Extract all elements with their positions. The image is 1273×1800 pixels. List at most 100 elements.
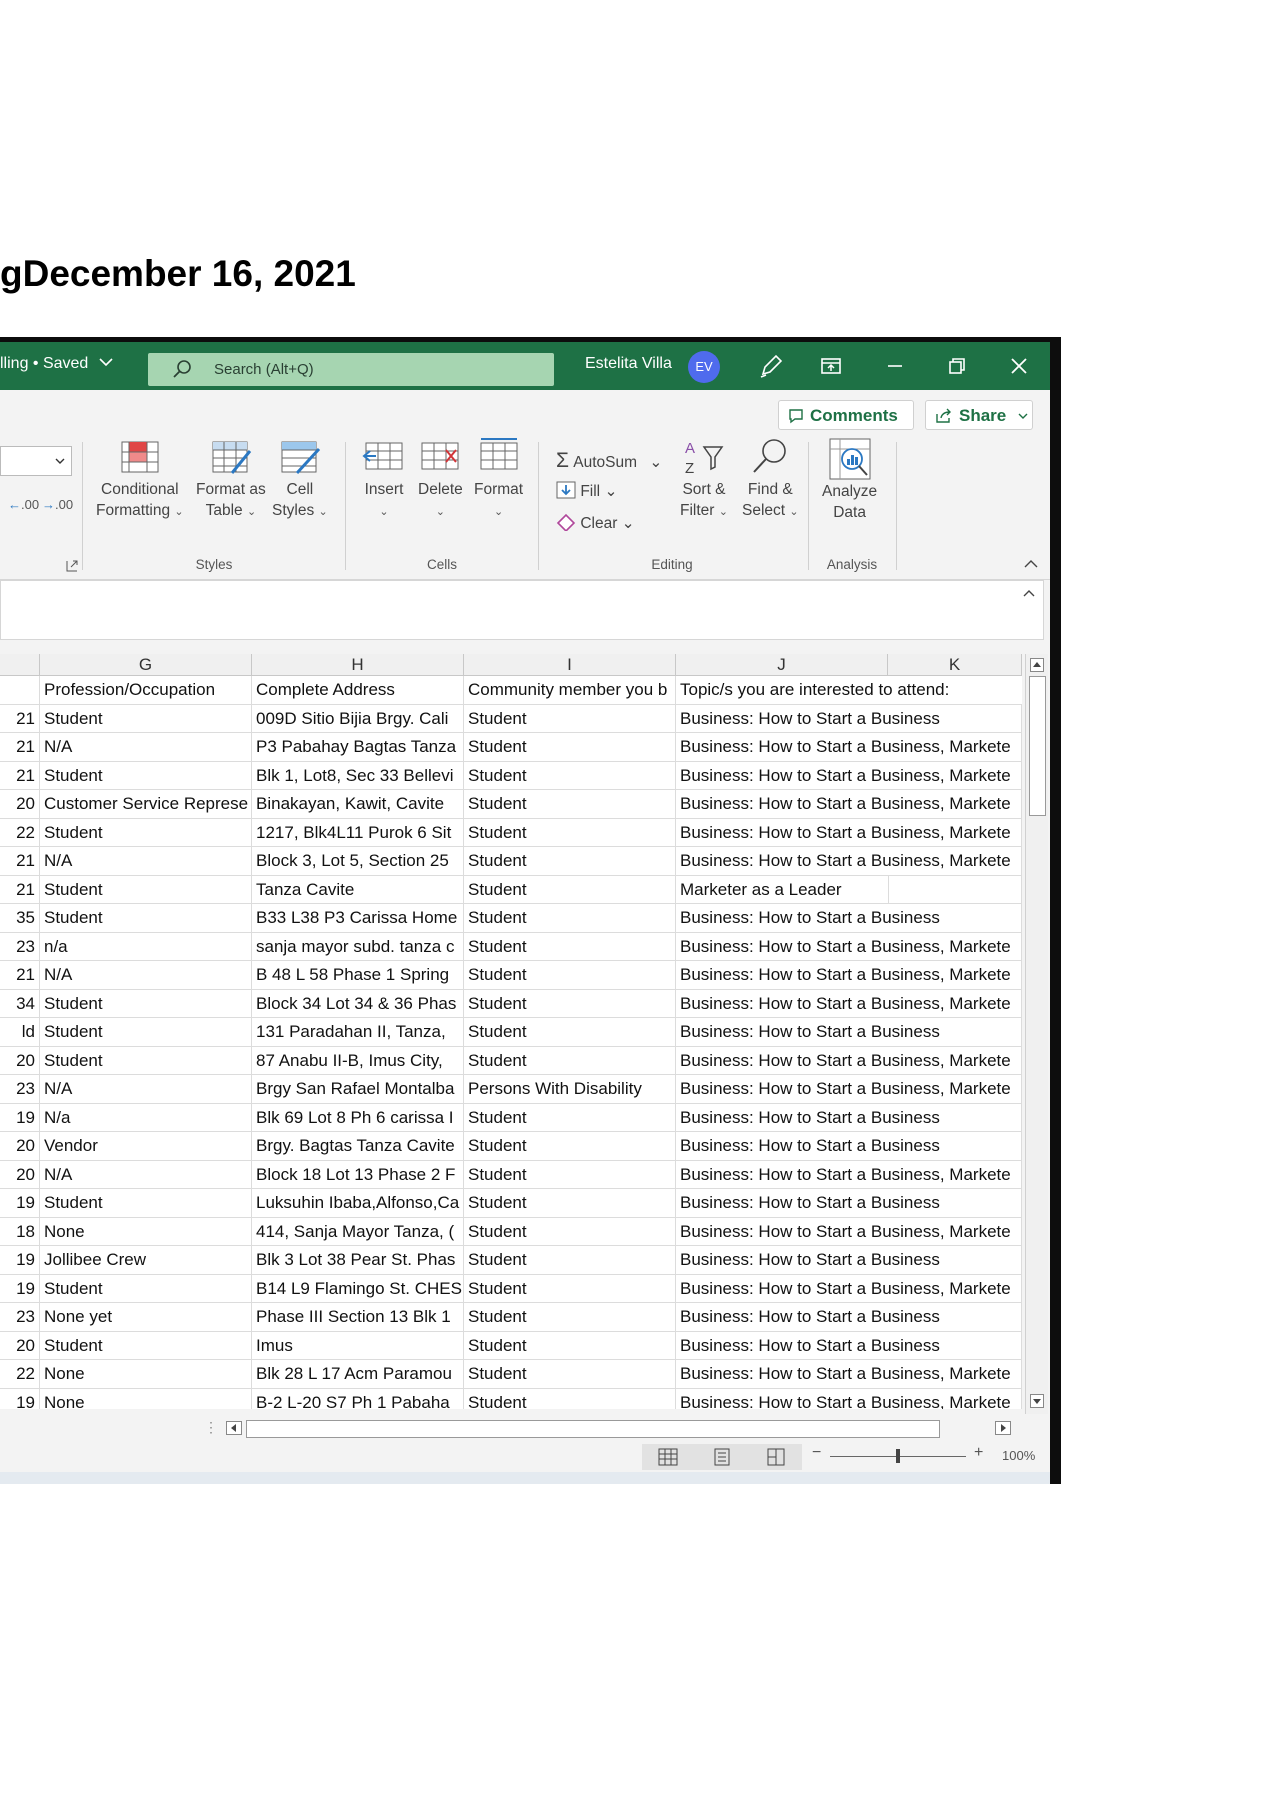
table-cell[interactable]: 414, Sanja Mayor Tanza, ( [252, 1217, 464, 1246]
number-format-dropdown[interactable] [0, 446, 72, 476]
table-cell[interactable]: N/A [40, 847, 252, 875]
table-cell[interactable]: N/A [40, 961, 252, 989]
table-cell[interactable]: Business: How to Start a Business, Marke… [676, 761, 1022, 790]
table-cell[interactable]: Block 18 Lot 13 Phase 2 F [252, 1160, 464, 1189]
table-cell[interactable]: Business: How to Start a Business, Marke… [676, 790, 1022, 818]
table-cell[interactable]: Student [464, 847, 676, 875]
table-cell[interactable]: Luksuhin Ibaba,Alfonso,Ca [252, 1189, 464, 1217]
table-cell[interactable]: Blk 28 L 17 Acm Paramou [252, 1360, 464, 1388]
table-cell[interactable]: Business: How to Start a Business [676, 704, 1022, 733]
table-cell[interactable]: Imus [252, 1331, 464, 1360]
table-cell[interactable]: Student [464, 1046, 676, 1075]
table-cell[interactable]: Student [464, 790, 676, 818]
dialog-launcher-icon[interactable] [66, 560, 78, 572]
table-cell[interactable]: Business: How to Start a Business, Marke… [676, 1360, 1022, 1388]
table-cell[interactable]: Student [464, 1360, 676, 1388]
table-cell[interactable]: N/A [40, 1160, 252, 1189]
table-cell[interactable]: 35 [0, 904, 40, 932]
table-cell[interactable]: 34 [0, 989, 40, 1018]
table-cell[interactable]: Tanza Cavite [252, 875, 464, 904]
table-cell[interactable]: Student [464, 1018, 676, 1046]
analyze-data-button[interactable]: Analyze Data [822, 437, 877, 523]
normal-view-icon[interactable] [658, 1448, 678, 1466]
table-cell[interactable]: Business: How to Start a Business, Marke… [676, 961, 1022, 989]
table-cell[interactable]: N/A [40, 1075, 252, 1103]
share-button[interactable]: Share [925, 400, 1033, 430]
table-cell[interactable]: Binakayan, Kawit, Cavite [252, 790, 464, 818]
table-cell[interactable]: n/a [40, 932, 252, 961]
table-cell[interactable]: 19 [0, 1246, 40, 1274]
table-cell[interactable]: Student [464, 1103, 676, 1132]
table-cell[interactable]: Student [464, 1189, 676, 1217]
table-cell[interactable]: Business: How to Start a Business [676, 1132, 1022, 1160]
table-cell[interactable]: Business: How to Start a Business [676, 1331, 1022, 1360]
zoom-out-button[interactable]: − [812, 1444, 821, 1462]
close-icon[interactable] [1006, 353, 1032, 379]
minimize-icon[interactable] [882, 353, 908, 379]
table-cell[interactable]: Phase III Section 13 Blk 1 [252, 1303, 464, 1331]
table-cell[interactable]: Business: How to Start a Business, Marke… [676, 1217, 1022, 1246]
table-cell[interactable]: Student [464, 1246, 676, 1274]
table-cell[interactable]: 21 [0, 733, 40, 761]
zoom-level[interactable]: 100% [1002, 1448, 1035, 1463]
table-cell[interactable]: Student [464, 1274, 676, 1303]
table-cell[interactable]: Business: How to Start a Business [676, 1246, 1022, 1274]
table-cell[interactable]: None yet [40, 1303, 252, 1331]
table-cell[interactable]: Student [464, 875, 676, 904]
file-name-status[interactable]: lling • Saved [0, 355, 113, 373]
collapse-formula-bar-icon[interactable] [1023, 589, 1035, 597]
table-cell[interactable]: 1217, Blk4L11 Purok 6 Sit [252, 818, 464, 847]
table-cell[interactable]: Business: How to Start a Business, Marke… [676, 818, 1022, 847]
table-cell[interactable]: Business: How to Start a Business, Marke… [676, 1388, 1022, 1409]
table-cell[interactable]: 19 [0, 1388, 40, 1409]
collapse-ribbon-icon[interactable] [1024, 559, 1038, 569]
sort-filter-button[interactable]: AZ Sort & Filter ⌄ [680, 437, 728, 523]
table-cell[interactable]: Blk 1, Lot8, Sec 33 Bellevi [252, 761, 464, 790]
table-cell[interactable]: Student [40, 761, 252, 790]
zoom-slider-thumb[interactable] [896, 1449, 900, 1463]
table-cell[interactable]: Jollibee Crew [40, 1246, 252, 1274]
page-layout-view-icon[interactable] [712, 1448, 732, 1466]
table-cell[interactable]: Business: How to Start a Business, Marke… [676, 1075, 1022, 1103]
table-cell[interactable]: 19 [0, 1103, 40, 1132]
split-handle-icon[interactable]: ⋮ [204, 1419, 218, 1436]
table-cell[interactable]: 21 [0, 875, 40, 904]
table-cell[interactable]: Student [464, 989, 676, 1018]
restore-icon[interactable] [944, 353, 970, 379]
table-cell[interactable]: P3 Pabahay Bagtas Tanza [252, 733, 464, 761]
table-cell[interactable]: Student [40, 1018, 252, 1046]
scroll-left-icon[interactable] [226, 1421, 242, 1435]
table-cell[interactable]: B33 L38 P3 Carissa Home [252, 904, 464, 932]
table-cell[interactable]: Student [464, 1388, 676, 1409]
table-cell[interactable]: None [40, 1388, 252, 1409]
table-cell[interactable]: Persons With Disability [464, 1075, 676, 1103]
table-cell[interactable] [0, 676, 40, 704]
format-as-table-button[interactable]: Format as Table ⌄ [196, 437, 266, 523]
table-cell[interactable]: 21 [0, 704, 40, 733]
insert-cells-button[interactable]: Insert ⌄ [362, 437, 406, 523]
table-cell[interactable]: Profession/Occupation [40, 676, 252, 704]
comments-button[interactable]: Comments [778, 400, 914, 430]
table-cell[interactable]: Student [40, 1189, 252, 1217]
table-cell[interactable]: Business: How to Start a Business, Marke… [676, 989, 1022, 1018]
table-cell[interactable]: None [40, 1360, 252, 1388]
table-cell[interactable]: N/a [40, 1103, 252, 1132]
table-cell[interactable]: Vendor [40, 1132, 252, 1160]
spreadsheet-grid[interactable]: G H I J K Profession/Occupation Complete… [0, 654, 1022, 1409]
table-cell[interactable]: Student [464, 1132, 676, 1160]
table-cell[interactable]: Business: How to Start a Business, Marke… [676, 847, 1022, 875]
table-cell[interactable]: Student [464, 932, 676, 961]
table-cell[interactable]: 22 [0, 1360, 40, 1388]
fill-button[interactable]: Fill ⌄ [556, 481, 617, 501]
cell-styles-button[interactable]: Cell Styles ⌄ [272, 437, 328, 523]
table-cell[interactable]: 21 [0, 961, 40, 989]
table-cell[interactable]: Student [464, 818, 676, 847]
table-cell[interactable]: sanja mayor subd. tanza c [252, 932, 464, 961]
pen-icon[interactable] [758, 353, 784, 379]
table-cell[interactable]: Business: How to Start a Business, Marke… [676, 932, 1022, 961]
table-cell[interactable]: Business: How to Start a Business, Marke… [676, 733, 1022, 761]
increase-decimal-button[interactable]: →.00 [42, 497, 73, 512]
ribbon-display-icon[interactable] [818, 353, 844, 379]
table-cell[interactable]: 20 [0, 1132, 40, 1160]
table-cell[interactable]: Student [464, 761, 676, 790]
